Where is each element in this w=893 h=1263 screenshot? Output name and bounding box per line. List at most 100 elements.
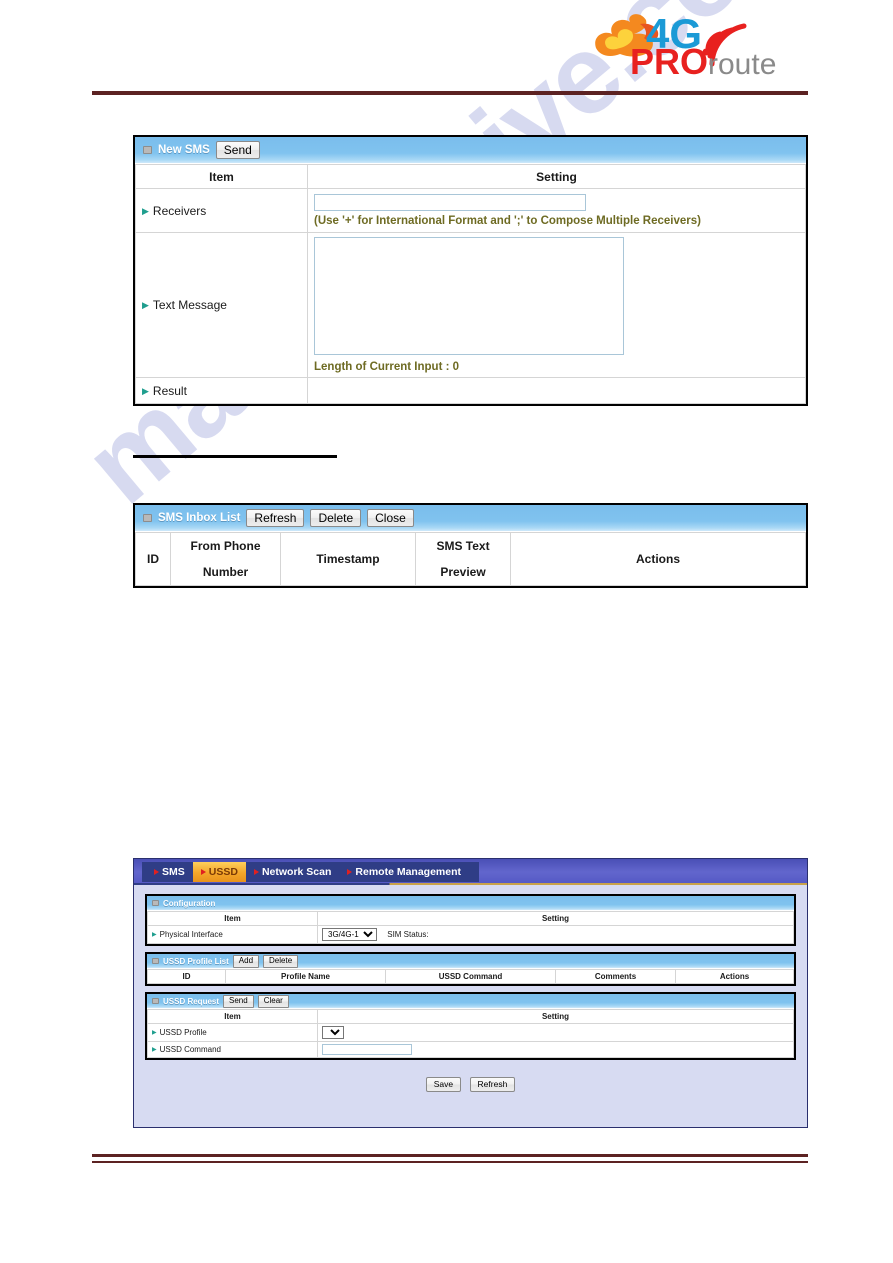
send-button[interactable]: Send [223,994,254,1008]
text-message-setting-cell: Length of Current Input : 0 [307,232,806,378]
column-setting: Setting [317,1009,794,1024]
table-header-row: Item Setting [135,164,806,189]
ussd-profile-list-panel: USSD Profile List Add Delete ID Profile … [145,952,796,986]
column-id: ID [135,532,171,586]
bullet-icon: ▶ [152,932,157,938]
svg-text:PRO: PRO [630,41,708,80]
receivers-setting-cell: (Use '+' for International Format and ';… [307,188,806,233]
physical-interface-select[interactable]: 3G/4G-1 [322,928,377,941]
header-divider [92,91,808,95]
bullet-icon: ▶ [142,205,149,216]
collapse-icon[interactable] [143,146,152,154]
ussd-profile-list-table: ID Profile Name USSD Command Comments Ac… [147,969,794,984]
close-button[interactable]: Close [367,509,414,527]
text-message-label: Text Message [152,298,227,312]
page-canvas: manualshive.com 4G PRO route N [0,0,893,1263]
text-message-label-cell: ▶ Text Message [135,232,308,378]
receivers-input[interactable] [314,194,586,211]
receivers-hint: (Use '+' for International Format and ';… [314,215,701,227]
configuration-title: Configuration [163,898,216,908]
collapse-icon[interactable] [152,998,159,1004]
new-sms-title: New SMS [158,144,210,156]
ussd-profile-select[interactable] [322,1026,344,1039]
save-button[interactable]: Save [425,1076,462,1092]
ussd-profile-list-title: USSD Profile List [163,956,229,966]
table-row-ussd-command: ▶ USSD Command [147,1041,794,1058]
triangle-icon [154,869,159,875]
tab-ussd[interactable]: USSD [192,862,246,882]
triangle-icon [200,869,206,875]
column-from-line1: From Phone [190,538,261,553]
tab-ussd-label: USSD [208,866,238,878]
tab-sms[interactable]: SMS [146,862,193,882]
physical-interface-label: Physical Interface [159,930,223,939]
column-actions: Actions [510,532,806,586]
delete-button[interactable]: Delete [263,954,299,968]
tab-bar-underline [134,883,807,885]
ussd-command-input[interactable] [322,1044,412,1055]
ussd-window: SMS USSD Network Scan Remote Management [133,858,808,1128]
table-row-text-message: ▶ Text Message Length of Current Input : … [135,232,806,378]
column-setting: Setting [307,164,806,189]
sim-status-label: SIM Status: [387,930,429,939]
result-value-cell [307,377,806,404]
table-header-row: Item Setting [147,1009,794,1024]
column-id: ID [147,969,226,984]
ussd-profile-list-header: USSD Profile List Add Delete [147,954,794,969]
text-message-textarea[interactable] [314,237,624,355]
collapse-icon[interactable] [152,900,159,906]
add-button[interactable]: Add [232,954,260,968]
sms-inbox-panel-header: SMS Inbox List Refresh Delete Close [135,505,806,532]
table-header-row: ID From Phone Number Timestamp SMS Text … [135,532,806,586]
refresh-button[interactable]: Refresh [469,1076,516,1092]
table-row-ussd-profile: ▶ USSD Profile [147,1023,794,1042]
ussd-body: Configuration Item Setting ▶ Physical Int… [134,885,807,1092]
brand-logo: 4G PRO route [590,8,808,80]
column-sms-line2: Preview [440,565,486,579]
collapse-icon[interactable] [152,958,159,964]
send-button[interactable]: Send [215,141,260,159]
result-label: Result [152,383,187,398]
ussd-request-panel: USSD Request Send Clear Item Setting ▶ US… [145,992,796,1060]
bullet-icon: ▶ [142,300,149,310]
column-item: Item [147,1009,318,1024]
column-sms-text-preview: SMS Text Preview [415,532,511,586]
tab-remote-management-label: Remote Management [355,866,462,878]
column-item: Item [147,911,318,926]
ussd-command-setting-cell [317,1041,794,1058]
ussd-command-label-cell: ▶ USSD Command [147,1041,318,1058]
table-row-receivers: ▶ Receivers (Use '+' for International Fo… [135,188,806,233]
configuration-panel: Configuration Item Setting ▶ Physical Int… [145,894,796,946]
column-sms-line1: SMS Text [436,538,490,553]
refresh-button[interactable]: Refresh [246,509,305,527]
delete-button[interactable]: Delete [310,509,362,527]
length-label: Length of Current Input : [314,361,450,373]
configuration-table: Item Setting ▶ Physical Interface 3G/4G-1… [147,911,794,944]
configuration-header: Configuration [147,896,794,911]
triangle-icon [253,869,259,875]
sms-inbox-title: SMS Inbox List [158,512,241,524]
tab-network-scan-label: Network Scan [261,866,332,878]
ussd-request-header: USSD Request Send Clear [147,994,794,1009]
tab-remote-management[interactable]: Remote Management [339,862,469,882]
column-timestamp: Timestamp [280,532,416,586]
column-item: Item [135,164,308,189]
column-from-line2: Number [202,565,249,579]
tab-strip: SMS USSD Network Scan Remote Management [142,862,480,882]
column-profile-name: Profile Name [225,969,386,984]
ussd-profile-label-cell: ▶ USSD Profile [147,1023,318,1042]
column-setting: Setting [317,911,794,926]
clear-button[interactable]: Clear [257,994,289,1008]
length-of-input: Length of Current Input : 0 [314,361,799,373]
svg-text:route: route [708,48,776,80]
new-sms-panel-header: New SMS Send [135,137,806,164]
new-sms-table: Item Setting ▶ Receivers (Use '+' for Int… [135,164,806,404]
table-header-row: ID Profile Name USSD Command Comments Ac… [147,969,794,984]
tab-network-scan[interactable]: Network Scan [246,862,339,882]
ussd-request-table: Item Setting ▶ USSD Profile ▶ USSD Comma… [147,1009,794,1058]
column-comments: Comments [555,969,676,984]
ussd-profile-label: USSD Profile [159,1028,207,1037]
new-sms-panel: New SMS Send Item Setting ▶ Receivers (Us… [133,135,808,406]
section-underline [133,455,337,458]
collapse-icon[interactable] [143,514,152,522]
